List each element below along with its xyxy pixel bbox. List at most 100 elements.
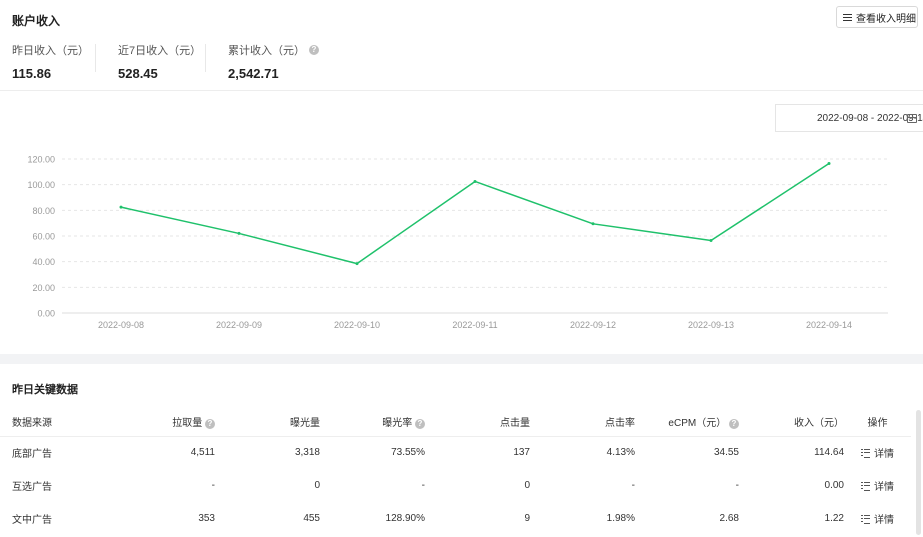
table-scrollbar[interactable] [916,410,921,535]
y-tick-label: 80.00 [32,206,55,216]
view-income-detail-label: 查看收入明细 [856,13,916,25]
cell-action: 详情 [844,502,911,535]
menu-icon [843,13,852,21]
col-income: 收入（元） [739,408,844,437]
cell-clicks: 9 [524,513,530,524]
col-exposure-rate: 曝光率 ? [320,408,425,437]
cell-ecpm: - [735,480,739,491]
cell-pull: 353 [198,513,215,524]
view-income-detail-button[interactable]: 查看收入明细 [836,6,918,28]
table-header-row: 数据来源 拉取量 ? 曝光量 曝光率 ? 点击量 点击率 eCPM（元） ? 收… [0,408,911,437]
detail-link-label: 详情 [874,449,894,461]
divider [205,44,206,72]
col-ecpm-label: eCPM（元） [668,418,727,430]
data-point [355,262,359,266]
stat-yesterday-value: 115.86 [12,66,52,81]
cell-pull: - [211,480,215,491]
x-tick-label: 2022-09-10 [334,320,380,330]
cell-exposure: 3,318 [294,447,320,459]
cell-exposure-rate: 128.90% [385,513,425,524]
col-ecpm: eCPM（元） ? [635,408,739,437]
x-tick-label: 2022-09-11 [452,320,497,330]
help-icon[interactable]: ? [309,45,319,55]
cell-ecpm: 2.68 [719,513,739,524]
col-exposure: 曝光量 [215,408,320,437]
cell-clicks: 137 [513,447,530,459]
y-tick-label: 120.00 [27,155,55,165]
section-divider [0,90,923,91]
table-row: 底部广告 4,511 3,318 73.55% 137 4.13% 34.55 … [0,436,911,469]
cell-clicks: 0 [524,480,530,491]
key-data-card: 昨日关键数据 数据来源 拉取量 ? 曝光量 曝光率 ? 点击量 点击率 eCPM… [0,364,923,537]
cell-income: 0.00 [824,480,844,491]
cell-income: 1.22 [824,513,844,524]
calendar-icon [907,114,917,123]
cell-exposure-rate: - [421,480,425,491]
data-point [473,179,477,183]
stat-7days-label: 近7日收入（元） [118,45,202,57]
stat-total: 累计收入（元） ? 2,542.71 [228,42,319,81]
cell-ecpm: 34.55 [713,447,739,459]
cell-action: 详情 [844,469,911,502]
col-pull: 拉取量 ? [115,408,215,437]
key-data-table: 数据来源 拉取量 ? 曝光量 曝光率 ? 点击量 点击率 eCPM（元） ? 收… [0,408,911,535]
stat-7days-value: 528.45 [118,66,158,81]
account-income-title: 账户收入 [12,14,61,28]
cell-source: 互选广告 [12,482,52,493]
x-tick-label: 2022-09-08 [98,320,144,330]
col-ctr: 点击率 [530,408,635,437]
list-icon [861,482,870,491]
detail-link[interactable]: 详情 [861,445,894,460]
col-source: 数据来源 [0,408,115,437]
cell-income: 114.64 [814,447,844,459]
detail-link[interactable]: 详情 [861,478,894,493]
stat-yesterday: 昨日收入（元） 115.86 [12,42,89,81]
cell-pull: 4,511 [190,447,215,459]
x-tick-label: 2022-09-14 [806,320,852,330]
stat-total-label-row: 累计收入（元） ? [228,42,319,58]
col-action: 操作 [844,408,911,437]
data-point [119,205,123,209]
help-icon[interactable]: ? [205,419,215,430]
cell-exposure: 0 [314,480,320,491]
cell-ctr: 1.98% [606,513,635,524]
list-icon [861,515,870,524]
y-tick-label: 0.00 [37,309,55,319]
y-tick-label: 100.00 [27,180,55,190]
col-pull-label: 拉取量 [172,418,203,430]
list-icon [861,449,870,459]
date-range-picker[interactable]: 2022-09-08 - 2022-09-14 [775,104,923,132]
help-icon[interactable]: ? [415,419,425,430]
divider [95,44,96,72]
cell-source: 底部广告 [12,449,52,461]
account-income-card: 账户收入 查看收入明细 昨日收入（元） 115.86 近7日收入（元） 528.… [0,0,923,354]
table-row: 互选广告 - 0 - 0 - - 0.00 详情 [0,469,911,502]
y-tick-label: 60.00 [32,232,55,242]
y-tick-label: 40.00 [32,257,55,267]
y-tick-label: 20.00 [32,283,55,293]
stat-total-label: 累计收入（元） [228,45,305,57]
x-tick-label: 2022-09-12 [570,320,616,330]
stat-7days: 近7日收入（元） 528.45 [118,42,201,81]
cell-ctr: - [631,480,635,491]
data-point [237,231,241,235]
cell-source: 文中广告 [12,515,52,526]
cell-exposure: 455 [303,513,320,524]
detail-link-label: 详情 [874,482,894,493]
x-tick-label: 2022-09-13 [688,320,734,330]
data-point [827,161,831,165]
stat-total-value: 2,542.71 [228,66,279,81]
col-clicks: 点击量 [425,408,530,437]
cell-action: 详情 [844,436,911,469]
detail-link[interactable]: 详情 [861,511,894,526]
cell-ctr: 4.13% [606,447,635,459]
help-icon[interactable]: ? [729,419,739,430]
cell-exposure-rate: 73.55% [391,447,425,459]
data-point [591,222,595,226]
col-exposure-rate-label: 曝光率 [382,418,413,430]
table-row: 文中广告 353 455 128.90% 9 1.98% 2.68 1.22 详… [0,502,911,535]
x-tick-label: 2022-09-09 [216,320,262,330]
detail-link-label: 详情 [874,515,894,526]
series-line [120,162,830,265]
data-point [709,238,713,242]
